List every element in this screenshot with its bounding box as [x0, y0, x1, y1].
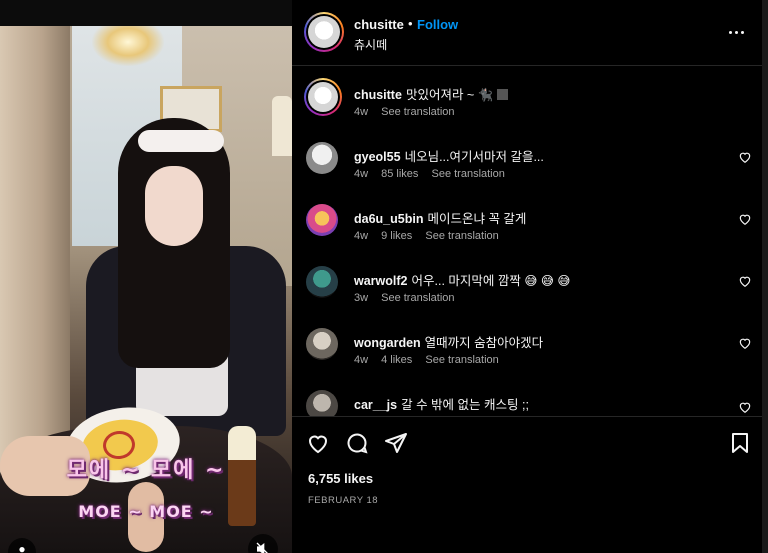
comment-username[interactable]: gyeol55 [354, 150, 401, 164]
comment-meta: 4w 85 likes See translation [354, 168, 515, 180]
caption-text: 맛있어져라 ~ 🐈‍⬛ [405, 88, 494, 102]
caption-time: 4w [354, 106, 369, 118]
muted-icon [256, 542, 268, 553]
separator-dot: • [408, 16, 413, 31]
comment-row: da6u_u5bin 메이드온냐 꼭 갈게 4w 9 likes See tran… [292, 204, 762, 264]
face [145, 166, 203, 246]
comment-username[interactable]: warwolf2 [354, 274, 408, 288]
author-avatar[interactable] [304, 78, 342, 116]
see-translation-link[interactable]: See translation [425, 354, 498, 366]
author-username[interactable]: chusitte [354, 17, 404, 32]
post-date: FEBRUARY 18 [308, 495, 379, 506]
caption-username[interactable]: chusitte [354, 88, 402, 102]
lamp [272, 96, 292, 156]
more-options-button[interactable] [724, 22, 748, 42]
more-icon [728, 30, 732, 34]
like-count[interactable]: 6,755 likes [308, 471, 373, 486]
heart-icon[interactable] [738, 274, 752, 288]
comment-text: 어우... 마지막에 깜짝 😅 😅 😅 [411, 274, 571, 288]
caption-row: chusitte 맛있어져라 ~ 🐈‍⬛ 4w See translation [292, 78, 762, 140]
comment-text-line: gyeol55 네오님...여기서마저 갈을... [354, 146, 724, 165]
comment-time: 4w [354, 168, 369, 180]
comment-likes[interactable]: 4 likes [381, 354, 412, 366]
author-subtitle: 츄시떼 [354, 38, 388, 52]
comment-text-line: wongarden 열때까지 숨참아야겠다 [354, 332, 724, 351]
caption-text-line: chusitte 맛있어져라 ~ 🐈‍⬛ [354, 84, 724, 103]
comments-list[interactable]: chusitte 맛있어져라 ~ 🐈‍⬛ 4w See translation g… [292, 66, 762, 416]
see-translation-link[interactable]: See translation [431, 168, 504, 180]
comment-text: 네오님...여기서마저 갈을... [404, 150, 544, 164]
comment-meta: 3w See translation [354, 292, 465, 304]
follow-button[interactable]: Follow [417, 17, 458, 32]
comment-username[interactable]: da6u_u5bin [354, 212, 423, 226]
post-header: chusitte • Follow 츄시떼 [292, 0, 762, 66]
bookmark-icon[interactable] [728, 431, 752, 455]
caption-meta: 4w See translation [354, 106, 465, 118]
comment-time: 4w [354, 230, 369, 242]
comment-icon[interactable] [345, 431, 369, 455]
video-overlay-text: MOE ~ MOE ~ [78, 502, 214, 521]
commenter-avatar[interactable] [306, 266, 338, 298]
right-edge [762, 0, 768, 553]
comment-row: gyeol55 네오님...여기서마저 갈을... 4w 85 likes See… [292, 142, 762, 202]
commenter-avatar[interactable] [306, 328, 338, 360]
see-translation-link[interactable]: See translation [381, 106, 454, 118]
commenter-avatar[interactable] [306, 390, 338, 416]
comment-meta: 4w 4 likes See translation [354, 354, 509, 366]
see-translation-link[interactable]: See translation [425, 230, 498, 242]
comment-text-line: da6u_u5bin 메이드온냐 꼭 갈게 [354, 208, 724, 227]
heart-icon[interactable] [738, 400, 752, 414]
comment-username[interactable]: car__js [354, 398, 397, 412]
video-overlay-text: 모에 ~ 모에 ~ [66, 458, 226, 483]
comment-likes[interactable]: 85 likes [381, 168, 418, 180]
author-avatar[interactable] [304, 12, 344, 52]
user-icon [19, 547, 25, 553]
comment-username[interactable]: wongarden [354, 336, 421, 350]
post-side-panel: chusitte • Follow 츄시떼 chusitte 맛있어져라 ~ 🐈‍… [292, 0, 762, 553]
headband [138, 130, 224, 152]
comment-time: 3w [354, 292, 369, 304]
heart-icon[interactable] [738, 212, 752, 226]
post-media[interactable]: 모에 ~ 모에 ~ MOE ~ MOE ~ [0, 26, 292, 553]
comment-text-line: warwolf2 어우... 마지막에 깜짝 😅 😅 😅 [354, 270, 724, 289]
see-translation-link[interactable]: See translation [381, 292, 454, 304]
comment-row: warwolf2 어우... 마지막에 깜짝 😅 😅 😅 3w See trans… [292, 266, 762, 326]
heart-icon[interactable] [738, 336, 752, 350]
comment-text: 열때까지 숨참아야겠다 [424, 336, 544, 350]
comment-text-line: car__js 갈 수 밖에 없는 캐스팅 ;; [354, 394, 724, 413]
chandelier [92, 26, 164, 66]
comment-row: wongarden 열때까지 숨참아야겠다 4w 4 likes See tran… [292, 328, 762, 388]
commenter-avatar[interactable] [306, 142, 338, 174]
comment-row: car__js 갈 수 밖에 없는 캐스팅 ;; [292, 390, 762, 416]
comment-likes[interactable]: 9 likes [381, 230, 412, 242]
post-actions: 6,755 likes FEBRUARY 18 [292, 416, 762, 553]
comment-text: 메이드온냐 꼭 갈게 [427, 212, 527, 226]
heart-icon[interactable] [306, 431, 330, 455]
comment-time: 4w [354, 354, 369, 366]
heart-icon[interactable] [738, 150, 752, 164]
share-icon[interactable] [384, 431, 408, 455]
comment-meta: 4w 9 likes See translation [354, 230, 509, 242]
comment-text: 갈 수 밖에 없는 캐스팅 ;; [401, 398, 529, 412]
commenter-avatar[interactable] [306, 204, 338, 236]
